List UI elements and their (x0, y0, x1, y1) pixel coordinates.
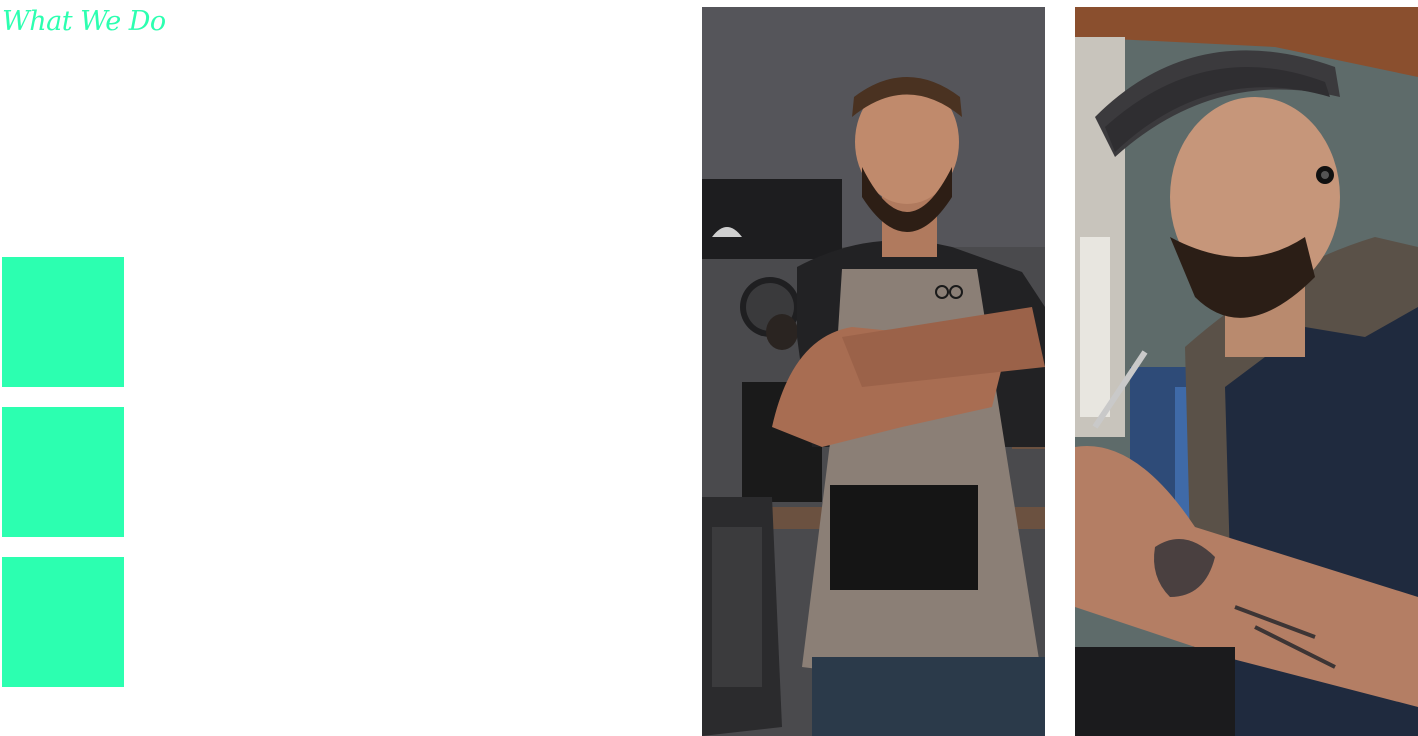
service-tile-2[interactable] (2, 407, 124, 537)
section-title: What We Do (2, 6, 166, 37)
barber-cap-image (1075, 7, 1418, 736)
barber-apron-image (702, 7, 1045, 736)
barber-cap-photo (1075, 7, 1418, 736)
service-tile-3[interactable] (2, 557, 124, 687)
service-tile-1[interactable] (2, 257, 124, 387)
barber-apron-photo (702, 7, 1045, 736)
